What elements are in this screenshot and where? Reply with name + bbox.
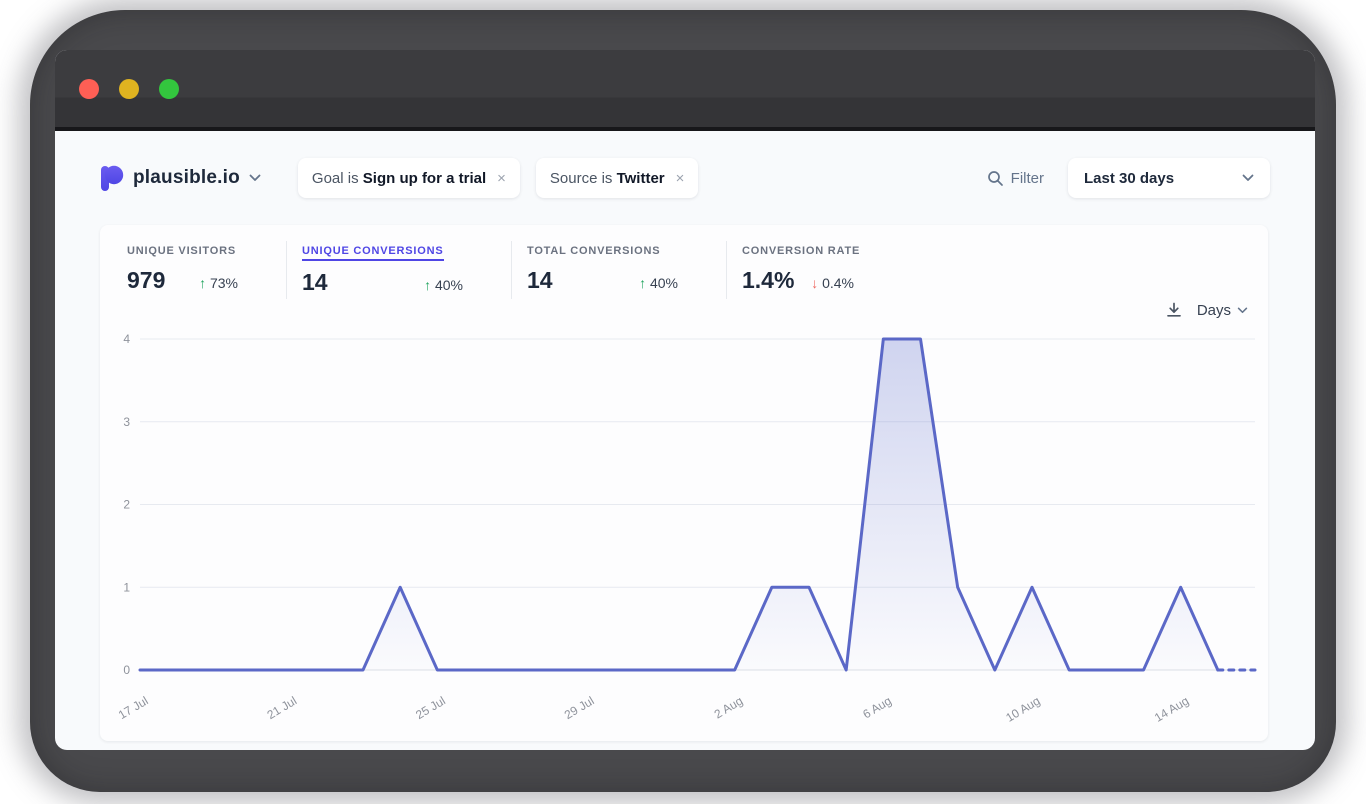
stat-delta: ↑ 73%: [199, 275, 238, 291]
y-axis-tick: 1: [123, 580, 130, 594]
filter-pill-goal[interactable]: Goal is Sign up for a trial ×: [298, 158, 520, 198]
search-icon: [987, 170, 1004, 187]
chevron-down-icon: [1242, 174, 1254, 182]
filter-pill-source[interactable]: Source is Twitter ×: [536, 158, 699, 198]
stat-value: 14: [527, 267, 553, 294]
x-axis-labels: 17 Jul 21 Jul 25 Jul 29 Jul 2 Aug 6 Aug 10 Aug…: [116, 694, 1191, 725]
interval-label: Days: [1197, 302, 1231, 319]
stat-delta: ↑ 40%: [639, 275, 678, 291]
x-axis-tick: 6 Aug: [860, 694, 894, 722]
filter-button-label: Filter: [1011, 170, 1044, 187]
y-axis-tick: 2: [123, 498, 130, 512]
x-axis-tick: 14 Aug: [1152, 694, 1191, 725]
x-axis-tick: 25 Jul: [413, 694, 448, 722]
arrow-up-icon: ↑: [424, 277, 431, 293]
arrow-up-icon: ↑: [639, 275, 646, 291]
arrow-down-icon: ↓: [811, 275, 818, 291]
site-switcher[interactable]: plausible.io: [100, 164, 261, 192]
chevron-down-icon: [249, 174, 261, 182]
stat-delta: ↓ 0.4%: [811, 275, 854, 291]
stat-unique-conversions[interactable]: UNIQUE CONVERSIONS 14 ↑ 40%: [302, 241, 512, 299]
chevron-down-icon: [1237, 307, 1248, 314]
stat-unique-visitors[interactable]: UNIQUE VISITORS 979 ↑ 73%: [127, 241, 287, 299]
arrow-up-icon: ↑: [199, 275, 206, 291]
x-axis-tick: 17 Jul: [116, 694, 151, 722]
interval-control: Days: [1165, 301, 1248, 319]
stat-delta: ↑ 40%: [424, 277, 463, 293]
interval-dropdown[interactable]: Days: [1197, 302, 1248, 319]
x-axis-tick: 29 Jul: [562, 694, 597, 722]
screenshot-stage: plausible.io Goal is Sign up for a trial…: [0, 0, 1366, 804]
window-titlebar: [55, 50, 1315, 131]
remove-filter-icon[interactable]: ×: [497, 170, 506, 187]
stat-label: CONVERSION RATE: [742, 245, 860, 257]
analytics-card: UNIQUE VISITORS 979 ↑ 73% UNIQUE CONVERS…: [100, 225, 1268, 741]
remove-filter-icon[interactable]: ×: [676, 170, 685, 187]
y-axis-tick: 4: [123, 333, 130, 346]
x-axis-tick: 2 Aug: [712, 694, 746, 722]
x-axis-tick: 10 Aug: [1003, 694, 1042, 725]
traffic-light-close[interactable]: [79, 79, 99, 99]
stat-value: 1.4%: [742, 267, 794, 294]
date-range-label: Last 30 days: [1084, 170, 1174, 187]
stats-row: UNIQUE VISITORS 979 ↑ 73% UNIQUE CONVERS…: [127, 241, 917, 299]
stat-label: UNIQUE CONVERSIONS: [302, 245, 444, 261]
stat-label: TOTAL CONVERSIONS: [527, 245, 660, 257]
y-axis-tick: 3: [123, 415, 130, 429]
filter-prefix: Source is: [550, 170, 617, 187]
filter-value: Sign up for a trial: [363, 170, 486, 187]
download-icon[interactable]: [1165, 301, 1183, 319]
dashboard-header: plausible.io Goal is Sign up for a trial…: [100, 156, 1270, 200]
filter-button[interactable]: Filter: [987, 170, 1044, 187]
date-range-dropdown[interactable]: Last 30 days: [1068, 158, 1270, 198]
filter-value: Twitter: [617, 170, 665, 187]
stat-total-conversions[interactable]: TOTAL CONVERSIONS 14 ↑ 40%: [527, 241, 727, 299]
browser-window: plausible.io Goal is Sign up for a trial…: [55, 50, 1315, 750]
traffic-light-zoom[interactable]: [159, 79, 179, 99]
y-axis-tick: 0: [123, 663, 130, 677]
stat-value: 14: [302, 269, 328, 296]
gridlines: 0 1 2 3 4: [123, 333, 1255, 677]
traffic-light-minimize[interactable]: [119, 79, 139, 99]
dashboard-content: plausible.io Goal is Sign up for a trial…: [55, 131, 1315, 750]
plausible-logo-icon: [100, 164, 124, 192]
stat-value: 979: [127, 267, 165, 294]
conversions-line-chart[interactable]: 0123417 Jul21 Jul25 Jul29 Jul2 Aug6 Aug1…: [100, 333, 1268, 733]
filter-prefix: Goal is: [312, 170, 363, 187]
x-axis-tick: 21 Jul: [265, 694, 300, 722]
stat-conversion-rate[interactable]: CONVERSION RATE 1.4% ↓ 0.4%: [742, 241, 902, 299]
stat-label: UNIQUE VISITORS: [127, 245, 236, 257]
site-name: plausible.io: [133, 167, 240, 189]
